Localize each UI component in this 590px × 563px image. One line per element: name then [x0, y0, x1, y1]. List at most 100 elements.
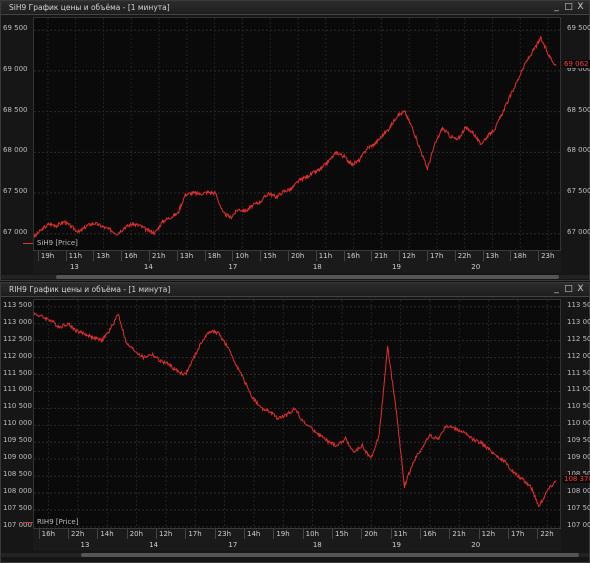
- tick-separator: [390, 529, 392, 539]
- time-tick-label: 17h: [188, 530, 202, 538]
- minimize-button[interactable]: _: [552, 283, 561, 295]
- tick-separator: [121, 251, 123, 261]
- time-tick-label: 13h: [485, 252, 499, 260]
- day-tick-label: 19: [392, 541, 401, 549]
- y-tick-label-right: 107 500: [567, 503, 590, 512]
- y-tick-label: 68 000: [3, 146, 28, 155]
- y-tick-label-right: 113 500: [567, 300, 590, 309]
- tick-separator: [449, 529, 451, 539]
- last-price-label: 108 370: [563, 474, 590, 483]
- time-tick-label: 22h: [540, 530, 554, 538]
- legend-swatch: [23, 242, 33, 244]
- tick-separator: [482, 251, 484, 261]
- close-button[interactable]: X: [576, 283, 585, 295]
- scrollbar-thumb[interactable]: [56, 275, 559, 279]
- tick-separator: [508, 529, 509, 539]
- tick-separator: [343, 251, 345, 261]
- scrollbar-thumb[interactable]: [81, 553, 579, 557]
- y-tick-label-right: 69 500: [567, 24, 590, 33]
- y-tick-label: 110 500: [3, 402, 32, 411]
- time-tick-label: 19h: [276, 530, 290, 538]
- tick-separator: [288, 251, 289, 261]
- time-tick-label: 18h: [207, 252, 221, 260]
- y-tick-label-right: 112 500: [567, 334, 590, 343]
- tick-separator: [538, 251, 540, 261]
- legend-label: SiH9 [Price]: [37, 239, 78, 247]
- tick-separator: [537, 529, 539, 539]
- day-tick-label: 17: [228, 263, 238, 271]
- time-tick-label: 15h: [335, 530, 349, 538]
- price-plot-area[interactable]: [33, 299, 562, 533]
- series-legend: SiH9 [Price]: [23, 239, 78, 247]
- time-axis: 19h 11h 13h 16h 21h 13h 18h 10h 15h 20h 11h 16h 21h 1…: [33, 250, 561, 273]
- time-tick-label: 19h: [40, 252, 55, 260]
- y-tick-label-right: 67 000: [567, 227, 590, 236]
- price-chart-svg: [34, 18, 562, 250]
- y-tick-label: 112 000: [3, 351, 32, 360]
- tick-separator: [510, 251, 512, 261]
- window-title: RIH9 График цены и объёма - [1 минута]: [9, 285, 171, 294]
- time-tick-label: 12h: [481, 530, 495, 538]
- time-tick-label: 14h: [247, 530, 261, 538]
- tick-separator: [454, 251, 456, 261]
- day-tick-label: 13: [69, 263, 79, 271]
- tick-separator: [332, 529, 333, 539]
- y-tick-label: 67 500: [3, 187, 28, 196]
- legend-label: RIH9 [Price]: [37, 518, 79, 526]
- price-chart-svg: [34, 300, 562, 532]
- day-tick-label: 20: [471, 541, 481, 549]
- time-tick-label: 23h: [541, 252, 555, 260]
- time-tick-label: 17h: [429, 252, 444, 260]
- day-tick-label: 14: [149, 541, 159, 549]
- day-tick-label: 17: [228, 541, 238, 549]
- last-price-label: 69 062: [563, 59, 590, 68]
- y-tick-label-right: 110 000: [567, 419, 590, 428]
- y-tick-label: 67 000: [3, 227, 28, 236]
- tick-separator: [478, 529, 480, 539]
- tick-separator: [149, 251, 151, 261]
- tick-separator: [361, 529, 363, 539]
- y-tick-label-right: 109 000: [567, 453, 590, 462]
- window-title: SiH9 График цены и объёма - [1 минута]: [9, 3, 170, 12]
- y-tick-label: 112 500: [3, 334, 32, 343]
- window-titlebar[interactable]: SiH9 График цены и объёма - [1 минута] _…: [1, 1, 589, 15]
- time-tick-label: 16h: [346, 252, 360, 260]
- tick-separator: [260, 251, 262, 261]
- time-tick-label: 11h: [393, 530, 407, 538]
- time-tick-label: 15h: [263, 252, 277, 260]
- tick-separator: [93, 251, 95, 261]
- y-tick-label-right: 110 500: [567, 402, 590, 411]
- y-tick-label: 69 500: [3, 24, 28, 33]
- day-tick-label: 19: [392, 263, 401, 271]
- close-button[interactable]: X: [576, 1, 585, 13]
- window-titlebar[interactable]: RIH9 График цены и объёма - [1 минута] _…: [1, 283, 589, 297]
- time-tick-label: 13h: [179, 252, 194, 260]
- y-tick-label: 111 500: [3, 368, 32, 377]
- y-tick-label: 109 500: [3, 436, 32, 445]
- y-tick-label-right: 68 000: [567, 146, 590, 155]
- price-plot-area[interactable]: [33, 17, 562, 251]
- y-tick-label: 113 000: [3, 317, 32, 326]
- maximize-button[interactable]: □: [564, 283, 573, 295]
- day-tick-label: 18: [312, 541, 322, 549]
- minimize-button[interactable]: _: [552, 1, 561, 13]
- time-tick-label: 12h: [402, 252, 416, 260]
- tick-separator: [185, 529, 187, 539]
- time-tick-label: 14h: [100, 530, 114, 538]
- tick-separator: [97, 529, 99, 539]
- tick-separator: [37, 251, 39, 261]
- tick-separator: [204, 251, 206, 261]
- tick-separator: [426, 251, 428, 261]
- y-tick-label: 111 000: [3, 385, 32, 394]
- maximize-button[interactable]: □: [564, 1, 573, 13]
- y-tick-label-right: 111 000: [567, 385, 590, 394]
- y-tick-label-right: 68 500: [567, 105, 590, 114]
- day-tick-label: 14: [143, 263, 153, 271]
- y-tick-label-right: 108 000: [567, 487, 590, 496]
- time-axis: 16h 22h 14h 20h 12h 17h 23h 14h 19h 10h 15h 20h 11h 1…: [33, 528, 561, 551]
- price-series-line: [34, 312, 557, 508]
- price-series-line: [34, 35, 557, 239]
- day-tick-label: 13: [80, 541, 90, 549]
- tick-separator: [214, 529, 216, 539]
- y-tick-label-right: 109 500: [567, 436, 590, 445]
